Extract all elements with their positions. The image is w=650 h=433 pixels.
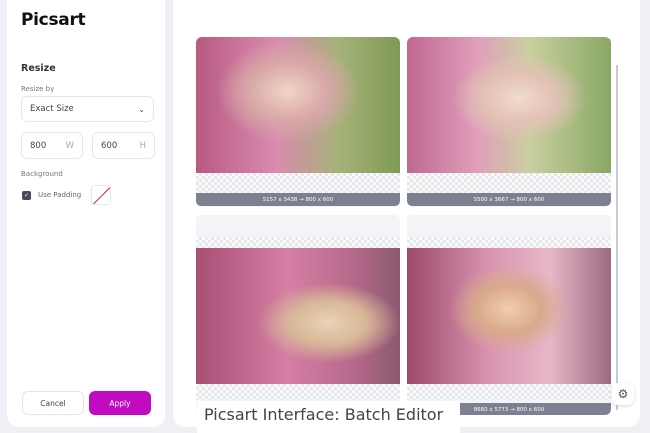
settings-gear-icon[interactable]: ⚙ <box>612 383 634 405</box>
width-unit: W <box>65 140 74 151</box>
transparent-padding <box>196 173 400 193</box>
transparent-padding <box>407 173 611 193</box>
height-value: 600 <box>101 140 118 151</box>
image-card[interactable]: 5157 x 3438 → 800 x 600 <box>196 37 400 207</box>
width-value: 800 <box>30 140 47 151</box>
transparent-padding <box>196 384 400 400</box>
chevron-down-icon: ⌄ <box>138 104 145 114</box>
size-label: 5157 x 3438 → 800 x 600 <box>196 193 400 206</box>
photo-thumbnail <box>196 248 400 384</box>
image-card[interactable]: 8660 x 5773 → 800 x 600 <box>407 215 611 415</box>
transparent-padding <box>407 384 611 400</box>
height-input[interactable]: 600 H <box>92 132 155 159</box>
resize-by-value: Exact Size <box>30 104 74 114</box>
caption: Picsart Interface: Batch Editor <box>197 401 460 433</box>
transparent-padding <box>196 237 400 248</box>
photo-thumbnail <box>196 37 400 173</box>
cancel-button[interactable]: Cancel <box>22 391 84 415</box>
photo-thumbnail <box>407 248 611 384</box>
transparent-padding <box>407 237 611 248</box>
image-card[interactable] <box>196 215 400 415</box>
height-unit: H <box>139 140 146 151</box>
apply-button[interactable]: Apply <box>89 391 151 415</box>
background-label: Background <box>21 170 63 178</box>
resize-by-select[interactable]: Exact Size ⌄ <box>21 96 154 122</box>
size-label: 5500 x 3667 → 800 x 600 <box>407 193 611 206</box>
use-padding-label: Use Padding <box>38 191 82 199</box>
resize-by-label: Resize by <box>21 85 55 93</box>
picsart-logo: Picsart <box>21 10 86 30</box>
background-color-swatch[interactable] <box>91 185 111 205</box>
section-title: Resize <box>21 63 56 74</box>
width-input[interactable]: 800 W <box>21 132 83 159</box>
image-card[interactable]: 5500 x 3667 → 800 x 600 <box>407 37 611 207</box>
scrollbar[interactable] <box>616 65 618 410</box>
use-padding-checkbox[interactable]: ✓ <box>22 191 31 200</box>
photo-thumbnail <box>407 37 611 173</box>
